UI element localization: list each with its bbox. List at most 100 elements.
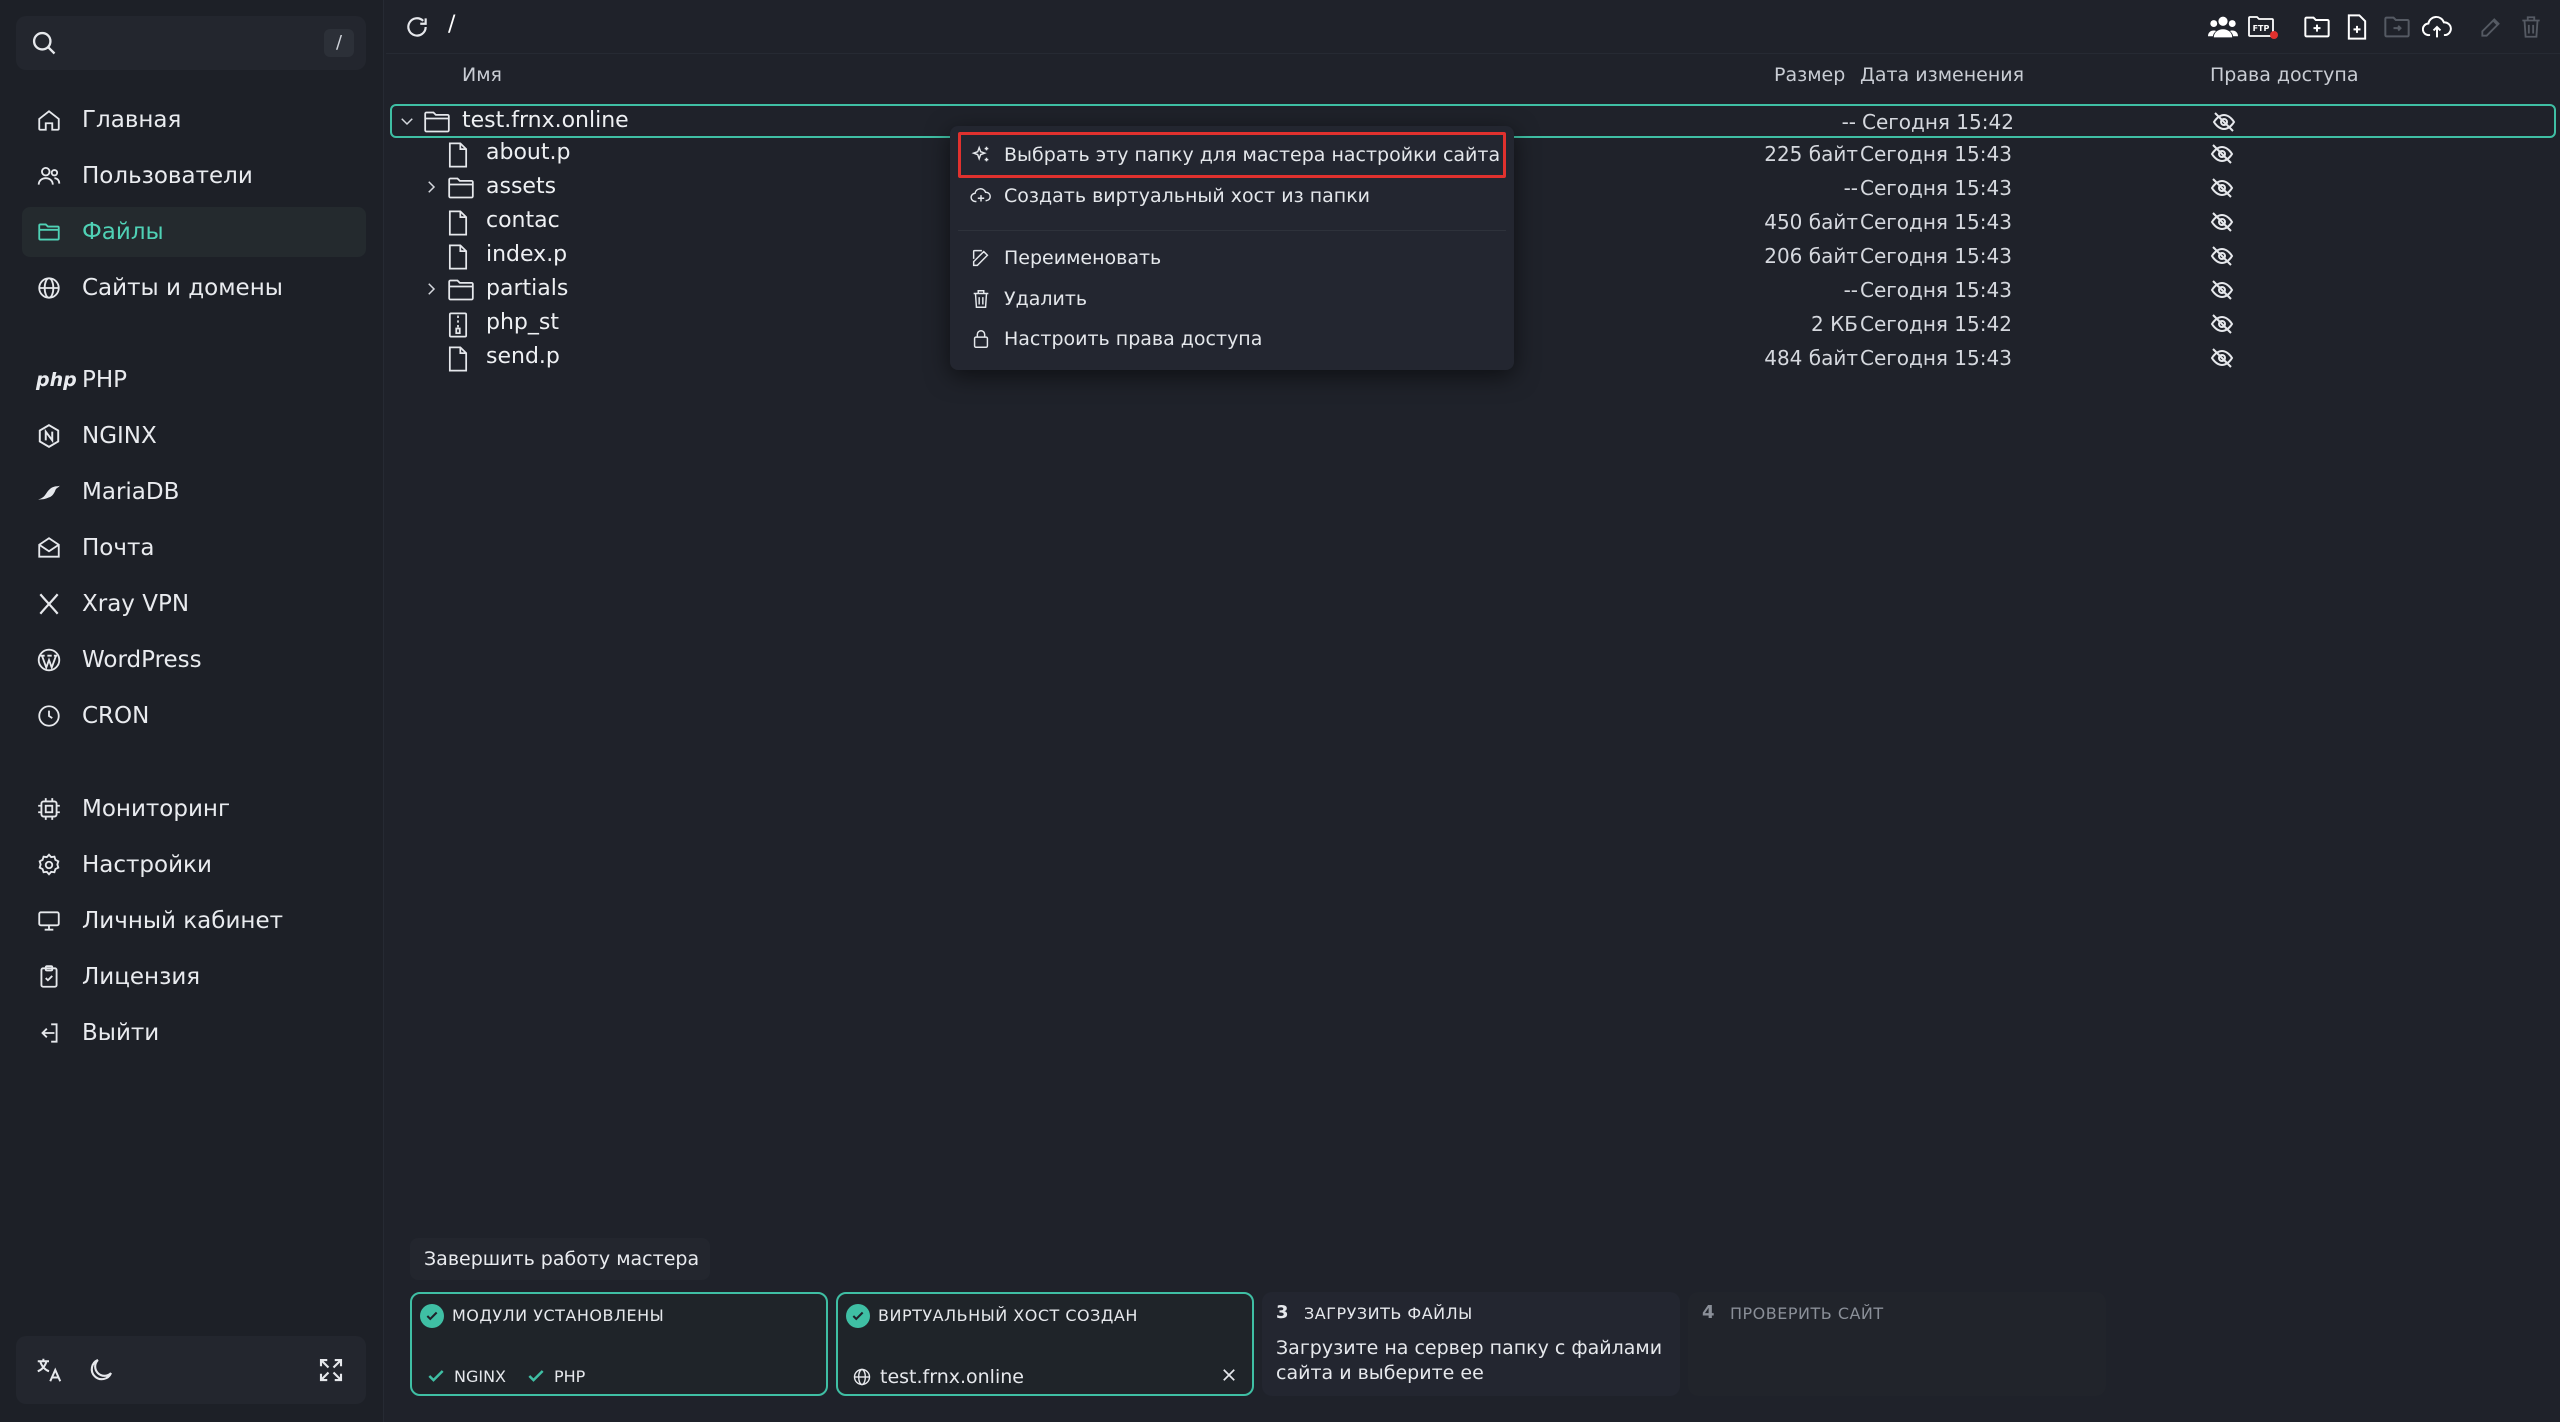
row-size: 225 байт: [1764, 142, 1858, 166]
eye-off-icon[interactable]: [2210, 245, 2234, 267]
ftp-icon[interactable]: FTP: [2246, 12, 2280, 42]
license-icon: [22, 952, 62, 1002]
sidebar-item-php[interactable]: php PHP: [22, 355, 366, 405]
row-size: 450 байт: [1764, 210, 1858, 234]
wizard-step-modules: МОДУЛИ УСТАНОВЛЕНЫ NGINX PHP: [410, 1292, 828, 1396]
sidebar-item-files[interactable]: Файлы: [22, 207, 366, 257]
monitor-icon: [22, 896, 62, 946]
ftp-label: FTP: [2253, 24, 2270, 33]
sidebar-item-license[interactable]: Лицензия: [22, 952, 366, 1002]
column-date[interactable]: Дата изменения: [1860, 64, 2024, 86]
eye-off-icon[interactable]: [2212, 111, 2236, 133]
row-date: Сегодня 15:42: [1860, 312, 2012, 336]
sidebar-item-sites[interactable]: Сайты и домены: [22, 263, 366, 313]
folder-icon: [446, 277, 476, 303]
file-icon: [446, 345, 470, 373]
wizard-step-check: 4 ПРОВЕРИТЬ САЙТ: [1688, 1292, 2106, 1396]
translate-icon[interactable]: [34, 1355, 64, 1385]
sidebar-item-cron[interactable]: CRON: [22, 691, 366, 741]
check-circle-icon: [420, 1304, 444, 1328]
sidebar-item-mail[interactable]: Почта: [22, 523, 366, 573]
upload-icon[interactable]: [2420, 12, 2454, 42]
toolbar-actions: FTP: [2200, 12, 2548, 42]
row-date: Сегодня 15:43: [1860, 346, 2012, 370]
menu-item-rename[interactable]: Переименовать: [970, 240, 1161, 276]
row-size: 2 КБ: [1810, 312, 1858, 336]
moon-icon[interactable]: [86, 1355, 116, 1385]
row-name: assets: [486, 174, 557, 199]
users-access-icon[interactable]: [2206, 12, 2240, 42]
users-icon: [22, 151, 62, 201]
sidebar-item-settings[interactable]: Настройки: [22, 840, 366, 890]
sidebar: / Главная Пользователи Файлы Сайты и дом…: [0, 0, 384, 1422]
context-menu: Выбрать эту папку для мастера настройки …: [950, 126, 1514, 370]
sidebar-item-logout[interactable]: Выйти: [22, 1008, 366, 1058]
php-icon: php: [36, 369, 77, 391]
sidebar-item-users[interactable]: Пользователи: [22, 151, 366, 201]
xray-icon: [22, 579, 62, 629]
finish-wizard-button[interactable]: Завершить работу мастера: [410, 1238, 710, 1280]
column-name[interactable]: Имя: [462, 64, 502, 86]
fullscreen-icon[interactable]: [316, 1355, 346, 1385]
sidebar-item-mariadb[interactable]: MariaDB: [22, 467, 366, 517]
eye-off-icon[interactable]: [2210, 279, 2234, 301]
menu-item-delete[interactable]: Удалить: [970, 281, 1087, 317]
file-icon: [446, 141, 470, 169]
column-permissions[interactable]: Права доступа: [2210, 64, 2358, 86]
menu-separator: [958, 230, 1506, 231]
new-file-icon[interactable]: [2340, 12, 2374, 42]
row-date: Сегодня 15:43: [1860, 244, 2012, 268]
sidebar-item-monitoring[interactable]: Мониторинг: [22, 784, 366, 834]
chevron-right-icon[interactable]: [422, 178, 440, 196]
folder-icon: [422, 109, 452, 135]
sidebar-item-home[interactable]: Главная: [22, 95, 366, 145]
row-name: index.p: [486, 242, 568, 267]
row-name: php_st: [486, 310, 559, 335]
sidebar-footer: [16, 1336, 366, 1404]
chevron-right-icon[interactable]: [422, 280, 440, 298]
sidebar-item-account[interactable]: Личный кабинет: [22, 896, 366, 946]
menu-item-select-folder[interactable]: Выбрать эту папку для мастера настройки …: [970, 137, 1500, 173]
check-circle-icon: [846, 1304, 870, 1328]
clock-icon: [22, 691, 62, 741]
row-date: Сегодня 15:42: [1862, 110, 2014, 134]
wizard-step-vhost: ВИРТУАЛЬНЫЙ ХОСТ СОЗДАН test.frnx.online: [836, 1292, 1254, 1396]
row-name: send.p: [486, 344, 560, 369]
row-size: --: [1841, 110, 1856, 134]
globe-icon: [853, 1368, 871, 1386]
module-chip-php: PHP: [526, 1366, 585, 1386]
new-folder-icon[interactable]: [2300, 12, 2334, 42]
row-size: 484 байт: [1764, 346, 1858, 370]
file-manager: / FTP Имя Размер Дата изменения Права до…: [386, 0, 2560, 1422]
close-icon[interactable]: [1220, 1366, 1238, 1384]
refresh-icon[interactable]: [404, 14, 430, 40]
row-name: test.frnx.online: [462, 108, 629, 133]
row-date: Сегодня 15:43: [1860, 142, 2012, 166]
globe-icon: [22, 263, 62, 313]
mail-icon: [22, 523, 62, 573]
eye-off-icon[interactable]: [2210, 177, 2234, 199]
eye-off-icon[interactable]: [2210, 211, 2234, 233]
toolbar: / FTP: [386, 0, 2560, 54]
sidebar-item-xray[interactable]: Xray VPN: [22, 579, 366, 629]
row-size: --: [1843, 278, 1858, 302]
sidebar-item-wordpress[interactable]: WordPress: [22, 635, 366, 685]
archive-file-icon: [446, 311, 470, 339]
row-date: Сегодня 15:43: [1860, 210, 2012, 234]
eye-off-icon[interactable]: [2210, 347, 2234, 369]
column-size[interactable]: Размер: [1774, 64, 1845, 86]
trash-icon: [973, 290, 989, 308]
folder-icon: [22, 207, 62, 257]
sidebar-item-nginx[interactable]: NGINX: [22, 411, 366, 461]
eye-off-icon[interactable]: [2210, 143, 2234, 165]
row-date: Сегодня 15:43: [1860, 278, 2012, 302]
search-icon: [30, 29, 58, 57]
gear-icon: [22, 840, 62, 890]
eye-off-icon[interactable]: [2210, 313, 2234, 335]
chevron-down-icon[interactable]: [398, 112, 416, 130]
menu-item-create-vhost[interactable]: Создать виртуальный хост из папки: [970, 178, 1370, 214]
folder-icon: [446, 175, 476, 201]
menu-item-permissions[interactable]: Настроить права доступа: [970, 321, 1262, 357]
edit-icon: [2474, 12, 2508, 42]
search-input[interactable]: /: [16, 16, 366, 70]
